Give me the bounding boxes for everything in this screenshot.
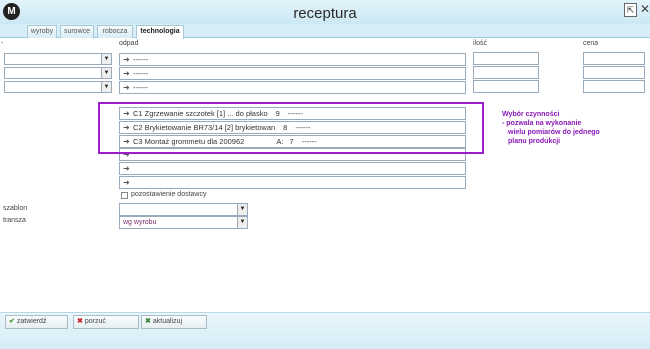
transza-value: wg wyrobu [123,219,157,226]
pozostawienie-checkbox[interactable] [121,192,128,199]
col-marker: - [1,40,4,47]
empty-row[interactable]: ➜ [119,162,466,175]
left-select-3[interactable]: ▼ [4,81,112,93]
zatwierdz-button[interactable]: ✔ zatwierdź [5,315,68,329]
row-text: ------ [133,55,148,64]
note-line: - pozwala na wykonanie [502,120,582,127]
tab-robocza[interactable]: robocza [97,25,133,38]
chevron-down-icon[interactable]: ▼ [101,54,111,64]
chevron-down-icon[interactable]: ▼ [237,217,247,228]
row-text: ------ [133,69,148,78]
highlight-box [98,102,484,154]
arrow-right-icon: ➜ [123,164,130,173]
close-icon: ✖ [77,318,83,325]
cena-field-1[interactable] [583,52,645,65]
odpad-row[interactable]: ➜ ------ [119,53,466,66]
szablon-select[interactable]: ▼ [119,203,248,216]
left-select-2[interactable]: ▼ [4,67,112,79]
cena-field-2[interactable] [583,66,645,79]
odpad-row[interactable]: ➜ ------ [119,81,466,94]
window-title: receptura [293,5,357,22]
row-text: ------ [133,83,148,92]
ilosc-field-3[interactable] [473,80,539,93]
aktualizuj-label: aktualizuj [152,318,183,325]
arrow-right-icon: ➜ [123,55,130,64]
transza-label: transza [3,217,26,224]
odpad-row[interactable]: ➜ ------ [119,67,466,80]
tab-wyroby[interactable]: wyroby [27,25,57,38]
col-odpad: odpad [119,40,139,47]
arrow-right-icon: ➜ [123,178,130,187]
annotation-note: Wybór czynności - pozwala na wykonanie w… [502,110,642,146]
arrow-right-icon: ➜ [123,69,130,78]
export-icon[interactable]: ⇱ [624,3,637,17]
tab-surowce[interactable]: surowce [60,25,94,38]
porzuc-button[interactable]: ✖ porzuć [73,315,139,329]
cena-field-3[interactable] [583,80,645,93]
empty-row[interactable]: ➜ [119,176,466,189]
ilosc-field-1[interactable] [473,52,539,65]
chevron-down-icon[interactable]: ▼ [101,68,111,78]
refresh-icon: ✖ [145,318,151,325]
close-icon[interactable]: ✕ [640,2,650,16]
chevron-down-icon[interactable]: ▼ [101,82,111,92]
col-cena: cena [583,40,599,47]
chevron-down-icon[interactable]: ▼ [237,204,247,215]
tab-technologia[interactable]: technologia [136,25,184,39]
porzuc-label: porzuć [84,318,106,325]
note-line: wielu pomiarów do jednego [508,129,600,136]
checkbox-label: pozostawienie dostawcy [131,191,207,198]
szablon-label: szablon [3,205,28,212]
left-select-1[interactable]: ▼ [4,53,112,65]
note-title: Wybór czynności [502,111,560,118]
arrow-right-icon: ➜ [123,83,130,92]
zatwierdz-label: zatwierdź [16,318,47,325]
check-icon: ✔ [9,318,15,325]
note-line: planu produkcji [508,138,561,145]
col-ilosc: ilość [473,40,488,47]
transza-select[interactable]: wg wyrobu ▼ [119,216,248,229]
ilosc-field-2[interactable] [473,66,539,79]
aktualizuj-button[interactable]: ✖ aktualizuj [141,315,207,329]
